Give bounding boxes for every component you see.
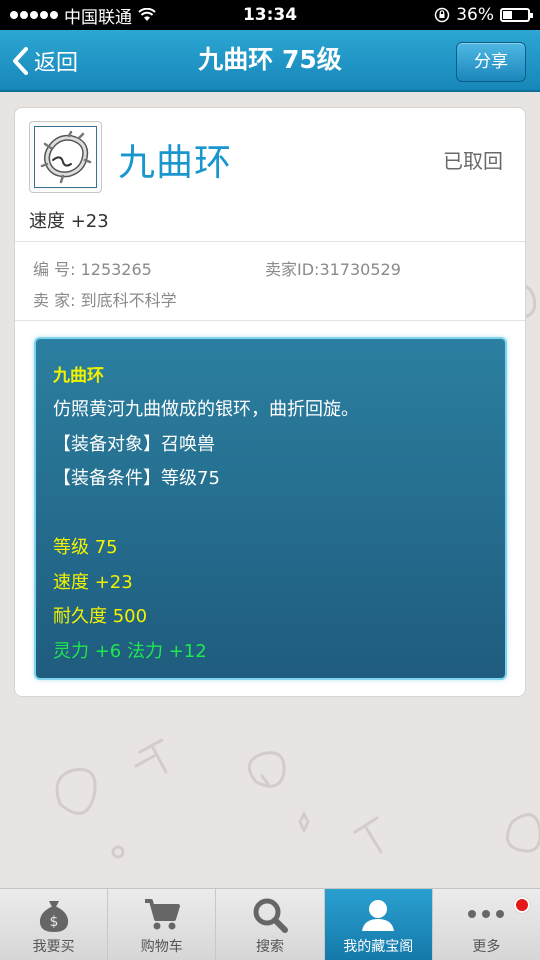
item-attribute: 速度 +23 — [29, 211, 109, 232]
seller-id-value: 31730529 — [319, 260, 401, 279]
silver-ring-icon — [40, 130, 91, 184]
share-button[interactable]: 分享 — [456, 42, 526, 82]
description-line: 仿照黄河九曲做成的银环，曲折回旋。 — [53, 399, 359, 420]
seller-label: 卖 家: — [33, 291, 76, 310]
seller-name[interactable]: 到底科不科学 — [81, 291, 177, 310]
cart-icon — [144, 899, 180, 930]
back-label: 返回 — [34, 51, 79, 76]
back-button[interactable]: 返回 — [12, 43, 78, 79]
orientation-lock-icon — [434, 7, 450, 23]
status-right: 36% — [434, 5, 533, 25]
carrier-label: 中国联通 — [64, 7, 132, 28]
tab-my-treasure[interactable]: 我的藏宝阁 — [324, 889, 433, 960]
tab-bar: $ 我要买 购物车 搜索 我的藏宝阁 更多 — [0, 888, 540, 960]
tab-more[interactable]: 更多 — [433, 889, 540, 960]
more-icon — [468, 910, 505, 918]
tab-label: 搜索 — [256, 939, 284, 955]
item-card: 九曲环 已取回 速度 +23 编 号: 1253265 卖家ID:3173052… — [14, 107, 526, 697]
tab-buy[interactable]: $ 我要买 — [0, 889, 109, 960]
search-icon — [253, 898, 288, 933]
status-left: 中国联通 — [10, 3, 156, 28]
stat-line: 速度 +23 — [53, 572, 133, 593]
stat-line: 等级 75 — [53, 537, 118, 558]
description-line: 【装备对象】召唤兽 — [53, 434, 215, 455]
item-id-value: 1253265 — [80, 260, 152, 279]
stat-line: 耐久度 500 — [53, 606, 148, 627]
item-thumbnail — [29, 121, 102, 193]
signal-strength-icon — [10, 11, 58, 19]
tab-cart[interactable]: 购物车 — [108, 889, 217, 960]
item-status: 已取回 — [443, 149, 503, 173]
battery-percent: 36% — [456, 5, 494, 25]
description-line: 【装备条件】等级75 — [53, 468, 220, 489]
description-title: 九曲环 — [53, 366, 104, 386]
chevron-left-icon — [12, 47, 28, 75]
seller-id-row: 卖家ID:31730529 — [265, 256, 401, 280]
bonus-stat-line: 灵力 +6 法力 +12 — [53, 641, 207, 662]
item-description-box: 九曲环 仿照黄河九曲做成的银环，曲折回旋。 【装备对象】召唤兽 【装备条件】等级… — [34, 337, 507, 680]
tab-label: 我要买 — [32, 939, 75, 955]
money-bag-icon: $ — [39, 901, 68, 932]
svg-text:$: $ — [49, 914, 58, 930]
tab-label: 购物车 — [140, 939, 183, 955]
status-bar: 中国联通 13:34 36% — [0, 0, 540, 30]
item-id-label: 编 号: — [33, 260, 76, 279]
tab-label: 我的藏宝阁 — [343, 939, 414, 955]
tab-label: 更多 — [472, 939, 501, 955]
item-id-row: 编 号: 1253265 — [33, 256, 152, 280]
notification-dot — [514, 897, 531, 913]
item-name: 九曲环 — [118, 141, 232, 184]
nav-bar: 返回 九曲环 75级 分享 — [0, 30, 540, 92]
battery-icon — [500, 8, 533, 22]
user-icon — [362, 900, 395, 931]
divider — [15, 241, 525, 242]
seller-id-label: 卖家ID: — [265, 260, 320, 279]
wifi-icon — [138, 8, 156, 21]
tab-search[interactable]: 搜索 — [216, 889, 325, 960]
seller-row: 卖 家: 到底科不科学 — [33, 287, 177, 311]
divider — [15, 320, 525, 321]
